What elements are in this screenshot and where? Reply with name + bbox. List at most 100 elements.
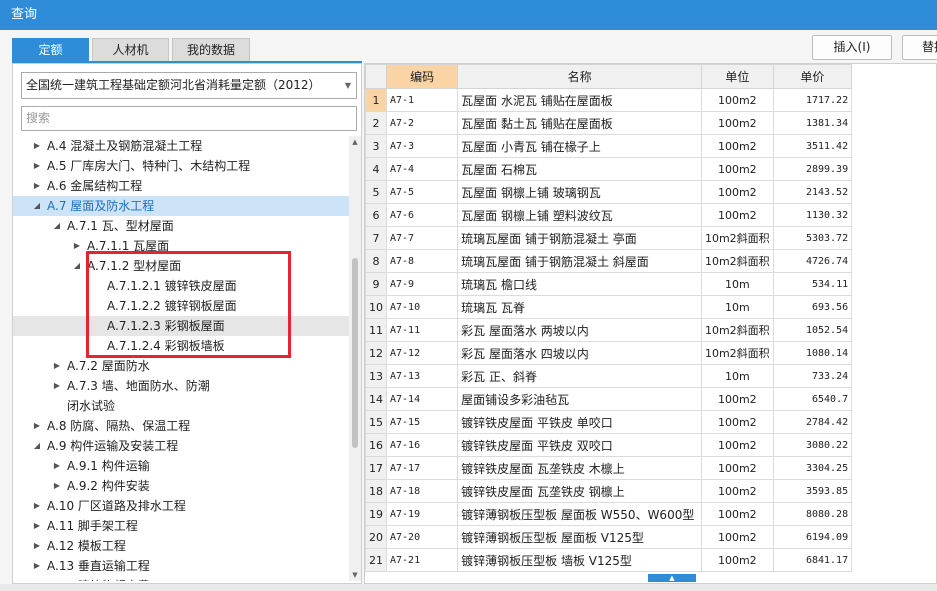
tree-node[interactable]: ◢ A.9 构件运输及安装工程: [13, 436, 349, 456]
row-number: 20: [365, 525, 387, 549]
tree-node[interactable]: ▶ A.11 脚手架工程: [13, 516, 349, 536]
cell-price: 1052.54: [772, 318, 853, 342]
cell-name: 瓦屋面 水泥瓦 铺贴在屋面板: [457, 88, 702, 112]
table-row[interactable]: 7 A7-7 琉璃瓦屋面 铺于钢筋混凝土 亭面 10m2斜面积 5303.72: [365, 226, 936, 250]
scrollbar-thumb[interactable]: [352, 258, 358, 448]
table-row[interactable]: 3 A7-3 瓦屋面 小青瓦 铺在椽子上 100m2 3511.42: [365, 134, 936, 158]
cell-name: 镀锌铁皮屋面 平铁皮 单咬口: [457, 410, 702, 434]
table-row[interactable]: 9 A7-9 琉璃瓦 檐口线 10m 534.11: [365, 272, 936, 296]
search-input[interactable]: 搜索: [21, 106, 357, 131]
tree-node[interactable]: ▶ A.4 混凝土及钢筋混凝土工程: [13, 136, 349, 156]
cell-code: A7-17: [385, 456, 459, 480]
table-row[interactable]: 15 A7-15 镀锌铁皮屋面 平铁皮 单咬口 100m2 2784.42: [365, 410, 936, 434]
expand-arrow-right-icon[interactable]: ▶: [31, 516, 43, 536]
tab-labor-material-machine[interactable]: 人材机: [92, 38, 169, 62]
expand-arrow-right-icon[interactable]: ▶: [31, 176, 43, 196]
row-filler: [852, 365, 936, 388]
expand-arrow-down-icon[interactable]: ◢: [71, 256, 83, 276]
cell-price: 4726.74: [772, 249, 853, 273]
table-row[interactable]: 4 A7-4 瓦屋面 石棉瓦 100m2 2899.39: [365, 157, 936, 181]
tree-node[interactable]: A.7.1.2.1 镀锌铁皮屋面: [13, 276, 349, 296]
table-row[interactable]: 20 A7-20 镀锌薄钢板压型板 屋面板 V125型 100m2 6194.09: [365, 525, 936, 549]
tree-node[interactable]: ▶ A.10 厂区道路及排水工程: [13, 496, 349, 516]
replace-button[interactable]: 替换: [902, 35, 937, 60]
expand-arrow-down-icon[interactable]: ◢: [31, 436, 43, 456]
tree-node[interactable]: ▶ A.7.1.1 瓦屋面: [13, 236, 349, 256]
tree-node[interactable]: ▶ A.7.2 屋面防水: [13, 356, 349, 376]
expand-arrow-right-icon[interactable]: ▶: [31, 536, 43, 556]
tree-node[interactable]: ▶ A.13 垂直运输工程: [13, 556, 349, 576]
expand-arrow-right-icon[interactable]: ▶: [51, 456, 63, 476]
table-row[interactable]: 2 A7-2 瓦屋面 黏土瓦 铺贴在屋面板 100m2 1381.34: [365, 111, 936, 135]
row-filler: [852, 296, 936, 319]
tree-node[interactable]: A.7.1.2.4 彩钢板墙板: [13, 336, 349, 356]
tree-node[interactable]: A.7.1.2.2 镀锌钢板屋面: [13, 296, 349, 316]
expand-arrow-right-icon[interactable]: ▶: [31, 156, 43, 176]
table-row[interactable]: 19 A7-19 镀锌薄钢板压型板 屋面板 W550、W600型 100m2 8080.…: [365, 502, 936, 526]
expand-arrow-right-icon[interactable]: ▶: [31, 576, 43, 581]
table-row[interactable]: 17 A7-17 镀锌铁皮屋面 瓦垄铁皮 木檩上 100m2 3304.25: [365, 456, 936, 480]
tree-node[interactable]: ▶ A.7.3 墙、地面防水、防潮: [13, 376, 349, 396]
cell-unit: 100m2: [700, 88, 774, 112]
expand-arrow-down-icon[interactable]: ◢: [31, 196, 43, 216]
row-number: 3: [365, 134, 387, 158]
tree-node[interactable]: ▶ A.12 模板工程: [13, 536, 349, 556]
tree-node[interactable]: A.7.1.2.3 彩钢板屋面: [13, 316, 349, 336]
tree-node[interactable]: ▶ A.8 防腐、隔热、保温工程: [13, 416, 349, 436]
column-header-price[interactable]: 单价: [772, 64, 853, 89]
quota-library-select[interactable]: 全国统一建筑工程基础定额河北省消耗量定额（2012） ▼: [21, 72, 357, 99]
expand-arrow-right-icon[interactable]: ▶: [31, 496, 43, 516]
table-row[interactable]: 11 A7-11 彩瓦 屋面落水 两坡以内 10m2斜面积 1052.54: [365, 318, 936, 342]
scroll-up-icon[interactable]: ▲: [349, 136, 361, 148]
table-row[interactable]: 8 A7-8 琉璃瓦屋面 铺于钢筋混凝土 斜屋面 10m2斜面积 4726.74: [365, 249, 936, 273]
tree-node[interactable]: 闭水试验: [13, 396, 349, 416]
tree-node[interactable]: ▶ A.9.2 构件安装: [13, 476, 349, 496]
window-title: 查询: [0, 0, 937, 30]
expand-arrow-right-icon[interactable]: ▶: [31, 556, 43, 576]
tree-node[interactable]: ◢ A.7 屋面及防水工程: [13, 196, 349, 216]
expand-arrow-right-icon[interactable]: ▶: [71, 236, 83, 256]
expand-arrow-right-icon[interactable]: ▶: [31, 136, 43, 156]
cell-unit: 100m2: [700, 433, 774, 457]
expand-arrow-right-icon[interactable]: ▶: [31, 416, 43, 436]
row-number: 9: [365, 272, 387, 296]
table-row[interactable]: 13 A7-13 彩瓦 正、斜脊 10m 733.24: [365, 364, 936, 388]
row-filler: [852, 181, 936, 204]
cell-name: 屋面铺设多彩油毡瓦: [457, 387, 702, 411]
expand-arrow-right-icon[interactable]: ▶: [51, 476, 63, 496]
table-row[interactable]: 14 A7-14 屋面铺设多彩油毡瓦 100m2 6540.7: [365, 387, 936, 411]
table-row[interactable]: 12 A7-12 彩瓦 屋面落水 四坡以内 10m2斜面积 1080.14: [365, 341, 936, 365]
expand-arrow-down-icon[interactable]: ◢: [51, 216, 63, 236]
tab-my-data[interactable]: 我的数据: [172, 38, 250, 62]
column-header-name[interactable]: 名称: [457, 64, 702, 89]
table-row[interactable]: 18 A7-18 镀锌铁皮屋面 瓦垄铁皮 钢檩上 100m2 3593.85: [365, 479, 936, 503]
tree-node[interactable]: ▶ A.5 厂库房大门、特种门、木结构工程: [13, 156, 349, 176]
row-number: 21: [365, 548, 387, 572]
column-header-code[interactable]: 编码: [385, 64, 459, 89]
table-row[interactable]: 16 A7-16 镀锌铁皮屋面 平铁皮 双咬口 100m2 3080.22: [365, 433, 936, 457]
panel-toggle-grip[interactable]: ▲: [648, 574, 696, 582]
table-row[interactable]: 21 A7-21 镀锌薄钢板压型板 墙板 V125型 100m2 6841.17: [365, 548, 936, 572]
tree-node[interactable]: ◢ A.7.1.2 型材屋面: [13, 256, 349, 276]
expand-arrow-right-icon[interactable]: ▶: [51, 356, 63, 376]
tab-quota[interactable]: 定额: [12, 38, 89, 62]
tree-node[interactable]: ◢ A.7.1 瓦、型材屋面: [13, 216, 349, 236]
insert-button[interactable]: 插入(I): [812, 35, 892, 60]
tree-node-label: A.10 厂区道路及排水工程: [47, 499, 186, 513]
tree-node[interactable]: ▶ A.6 金属结构工程: [13, 176, 349, 196]
cell-name: 镀锌薄钢板压型板 屋面板 W550、W600型: [457, 502, 702, 526]
table-row[interactable]: 1 A7-1 瓦屋面 水泥瓦 铺贴在屋面板 100m2 1717.22: [365, 88, 936, 112]
tree-node[interactable]: ▶ A.14 建筑物超高费: [13, 576, 349, 581]
table-row[interactable]: 5 A7-5 瓦屋面 钢檩上铺 玻璃钢瓦 100m2 2143.52: [365, 180, 936, 204]
scroll-down-icon[interactable]: ▼: [349, 569, 361, 581]
table-row[interactable]: 6 A7-6 瓦屋面 钢檩上铺 塑料波纹瓦 100m2 1130.32: [365, 203, 936, 227]
expand-arrow-right-icon[interactable]: ▶: [51, 376, 63, 396]
tree-node[interactable]: ▶ A.9.1 构件运输: [13, 456, 349, 476]
cell-name: 镀锌铁皮屋面 瓦垄铁皮 钢檩上: [457, 479, 702, 503]
cell-name: 琉璃瓦屋面 铺于钢筋混凝土 亭面: [457, 226, 702, 250]
column-header-unit[interactable]: 单位: [700, 64, 774, 89]
tree-node-label: A.11 脚手架工程: [47, 519, 138, 533]
tree-scrollbar[interactable]: ▲ ▼: [349, 136, 361, 581]
cell-code: A7-18: [385, 479, 459, 503]
table-row[interactable]: 10 A7-10 琉璃瓦 瓦脊 10m 693.56: [365, 295, 936, 319]
